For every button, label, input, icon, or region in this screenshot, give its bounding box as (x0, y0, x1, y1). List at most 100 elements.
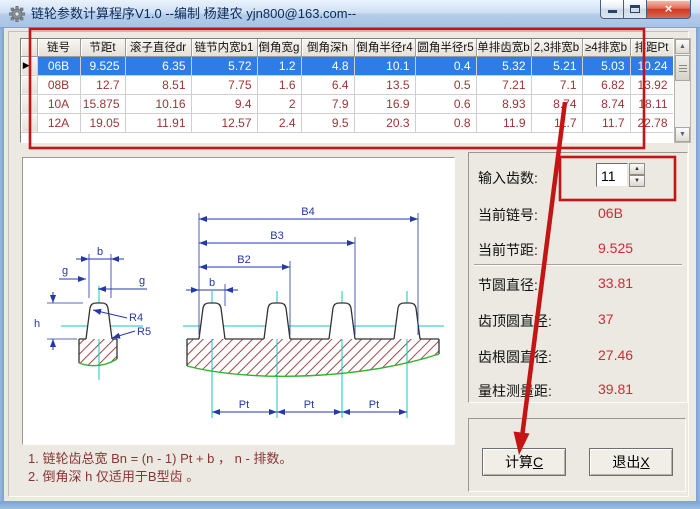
stepper-up-icon[interactable]: ▲ (629, 163, 645, 175)
current-chain-value: 06B (598, 205, 623, 221)
minimize-button[interactable] (600, 0, 624, 19)
col-header-row-spacing[interactable]: 排距Pt (630, 39, 673, 56)
title-bar[interactable]: 链轮参数计算程序V1.0 --编制 杨建农 yjn800@163.com-- × (0, 0, 700, 28)
dim-label-b2: B2 (237, 254, 250, 266)
table-cell[interactable]: 06B (37, 56, 80, 75)
close-button[interactable]: × (646, 0, 691, 19)
current-pitch-label: 当前节距: (478, 240, 538, 260)
selector-column-header (21, 39, 37, 56)
table-cell[interactable]: 18.11 (630, 94, 673, 113)
table-cell[interactable]: 6.82 (582, 75, 630, 94)
table-scrollbar[interactable]: ▲ ▼ (674, 38, 691, 143)
maximize-button[interactable] (624, 0, 646, 19)
col-header-inner-width[interactable]: 链节内宽b1 (191, 39, 257, 56)
row-selector[interactable] (21, 94, 37, 113)
table-cell[interactable]: 08B (37, 75, 80, 94)
dim-label-pt3: Pt (369, 399, 379, 411)
table-cell[interactable]: 20.3 (354, 113, 415, 132)
dim-label-pt1: Pt (239, 399, 249, 411)
table-cell[interactable]: 2 (257, 94, 301, 113)
table-cell[interactable]: 5.32 (476, 56, 531, 75)
table-cell[interactable]: 12.7 (80, 75, 125, 94)
table-cell[interactable]: 1.6 (257, 75, 301, 94)
teeth-count-input[interactable] (596, 163, 628, 187)
table-cell[interactable]: 11.7 (531, 113, 582, 132)
col-header-chamfer-radius[interactable]: 倒角半径r4 (354, 39, 415, 56)
table-cell[interactable]: 5.03 (582, 56, 630, 75)
table-cell[interactable]: 0.6 (415, 94, 476, 113)
table-cell[interactable]: 12A (37, 113, 80, 132)
col-header-fillet-radius[interactable]: 圆角半径r5 (415, 39, 476, 56)
sprocket-drawing: b g g h R4 R5 B4 B3 B2 b Pt Pt Pt (23, 158, 454, 444)
table-cell[interactable]: 7.75 (191, 75, 257, 94)
pitch-circle-value: 33.81 (598, 275, 633, 291)
table-cell[interactable]: 8.51 (125, 75, 191, 94)
row-selector[interactable] (21, 113, 37, 132)
scrollbar-thumb[interactable] (675, 55, 690, 81)
current-row-marker[interactable]: ▶ (21, 56, 37, 75)
table-cell[interactable]: 0.5 (415, 75, 476, 94)
calculate-button-label: 计算 (505, 454, 533, 470)
maximize-icon (630, 5, 640, 13)
table-cell[interactable]: 10A (37, 94, 80, 113)
minimize-icon (608, 10, 617, 13)
table-row[interactable]: 12A19.0511.9112.572.49.520.30.811.911.71… (21, 113, 673, 132)
exit-button[interactable]: 退出X (589, 448, 673, 476)
table-cell[interactable]: 16.9 (354, 94, 415, 113)
col-header-4plus-row-width[interactable]: ≥4排宽b (582, 39, 630, 56)
table-cell[interactable]: 4.8 (301, 56, 354, 75)
table-cell[interactable]: 9.525 (80, 56, 125, 75)
table-cell[interactable]: 22.78 (630, 113, 673, 132)
table-cell[interactable]: 15.875 (80, 94, 125, 113)
dim-label-b3: B3 (270, 230, 283, 242)
teeth-count-label: 输入齿数: (478, 168, 538, 188)
table-cell[interactable]: 9.5 (301, 113, 354, 132)
table-cell[interactable]: 7.9 (301, 94, 354, 113)
dim-label-b-left: b (97, 246, 103, 258)
table-row[interactable]: 08B12.78.517.751.66.413.50.57.217.16.821… (21, 75, 673, 94)
col-header-chamfer-width[interactable]: 倒角宽g (257, 39, 301, 56)
table-cell[interactable]: 1.2 (257, 56, 301, 75)
table-cell[interactable]: 10.16 (125, 94, 191, 113)
table-cell[interactable]: 13.5 (354, 75, 415, 94)
pin-measure-value: 39.81 (598, 381, 633, 397)
table-cell[interactable]: 10.1 (354, 56, 415, 75)
table-cell[interactable]: 6.4 (301, 75, 354, 94)
pin-measure-label: 量柱测量距: (478, 381, 552, 401)
table-cell[interactable]: 8.93 (476, 94, 531, 113)
panel-separator (474, 264, 682, 266)
table-cell[interactable]: 11.7 (582, 113, 630, 132)
table-cell[interactable]: 19.05 (80, 113, 125, 132)
table-cell[interactable]: 11.91 (125, 113, 191, 132)
col-header-roller-dia[interactable]: 滚子直径dr (125, 39, 191, 56)
table-cell[interactable]: 7.1 (531, 75, 582, 94)
table-cell[interactable]: 5.72 (191, 56, 257, 75)
table-cell[interactable]: 6.35 (125, 56, 191, 75)
calculate-button[interactable]: 计算C (482, 448, 566, 476)
table-row[interactable]: 10A15.87510.169.427.916.90.68.938.748.74… (21, 94, 673, 113)
col-header-single-row-width[interactable]: 单排齿宽b (476, 39, 531, 56)
stepper-down-icon[interactable]: ▼ (629, 175, 645, 187)
col-header-chain-no[interactable]: 链号 (37, 39, 80, 56)
col-header-2-3-row-width[interactable]: 2,3排宽b (531, 39, 582, 56)
table-cell[interactable]: 0.8 (415, 113, 476, 132)
table-cell[interactable]: 8.74 (531, 94, 582, 113)
table-cell[interactable]: 9.4 (191, 94, 257, 113)
table-cell[interactable]: 0.4 (415, 56, 476, 75)
table-cell[interactable]: 10.24 (630, 56, 673, 75)
scroll-down-icon[interactable]: ▼ (675, 127, 690, 142)
root-circle-value: 27.46 (598, 347, 633, 363)
row-selector[interactable] (21, 75, 37, 94)
table-cell[interactable]: 7.21 (476, 75, 531, 94)
dim-label-pt2: Pt (304, 399, 314, 411)
table-cell[interactable]: 5.21 (531, 56, 582, 75)
col-header-chamfer-depth[interactable]: 倒角深h (301, 39, 354, 56)
table-cell[interactable]: 12.57 (191, 113, 257, 132)
table-cell[interactable]: 2.4 (257, 113, 301, 132)
col-header-pitch[interactable]: 节距t (80, 39, 125, 56)
table-cell[interactable]: 13.92 (630, 75, 673, 94)
scroll-up-icon[interactable]: ▲ (675, 39, 690, 54)
table-cell[interactable]: 11.9 (476, 113, 531, 132)
table-row[interactable]: ▶06B9.5256.355.721.24.810.10.45.325.215.… (21, 56, 673, 75)
table-cell[interactable]: 8.74 (582, 94, 630, 113)
